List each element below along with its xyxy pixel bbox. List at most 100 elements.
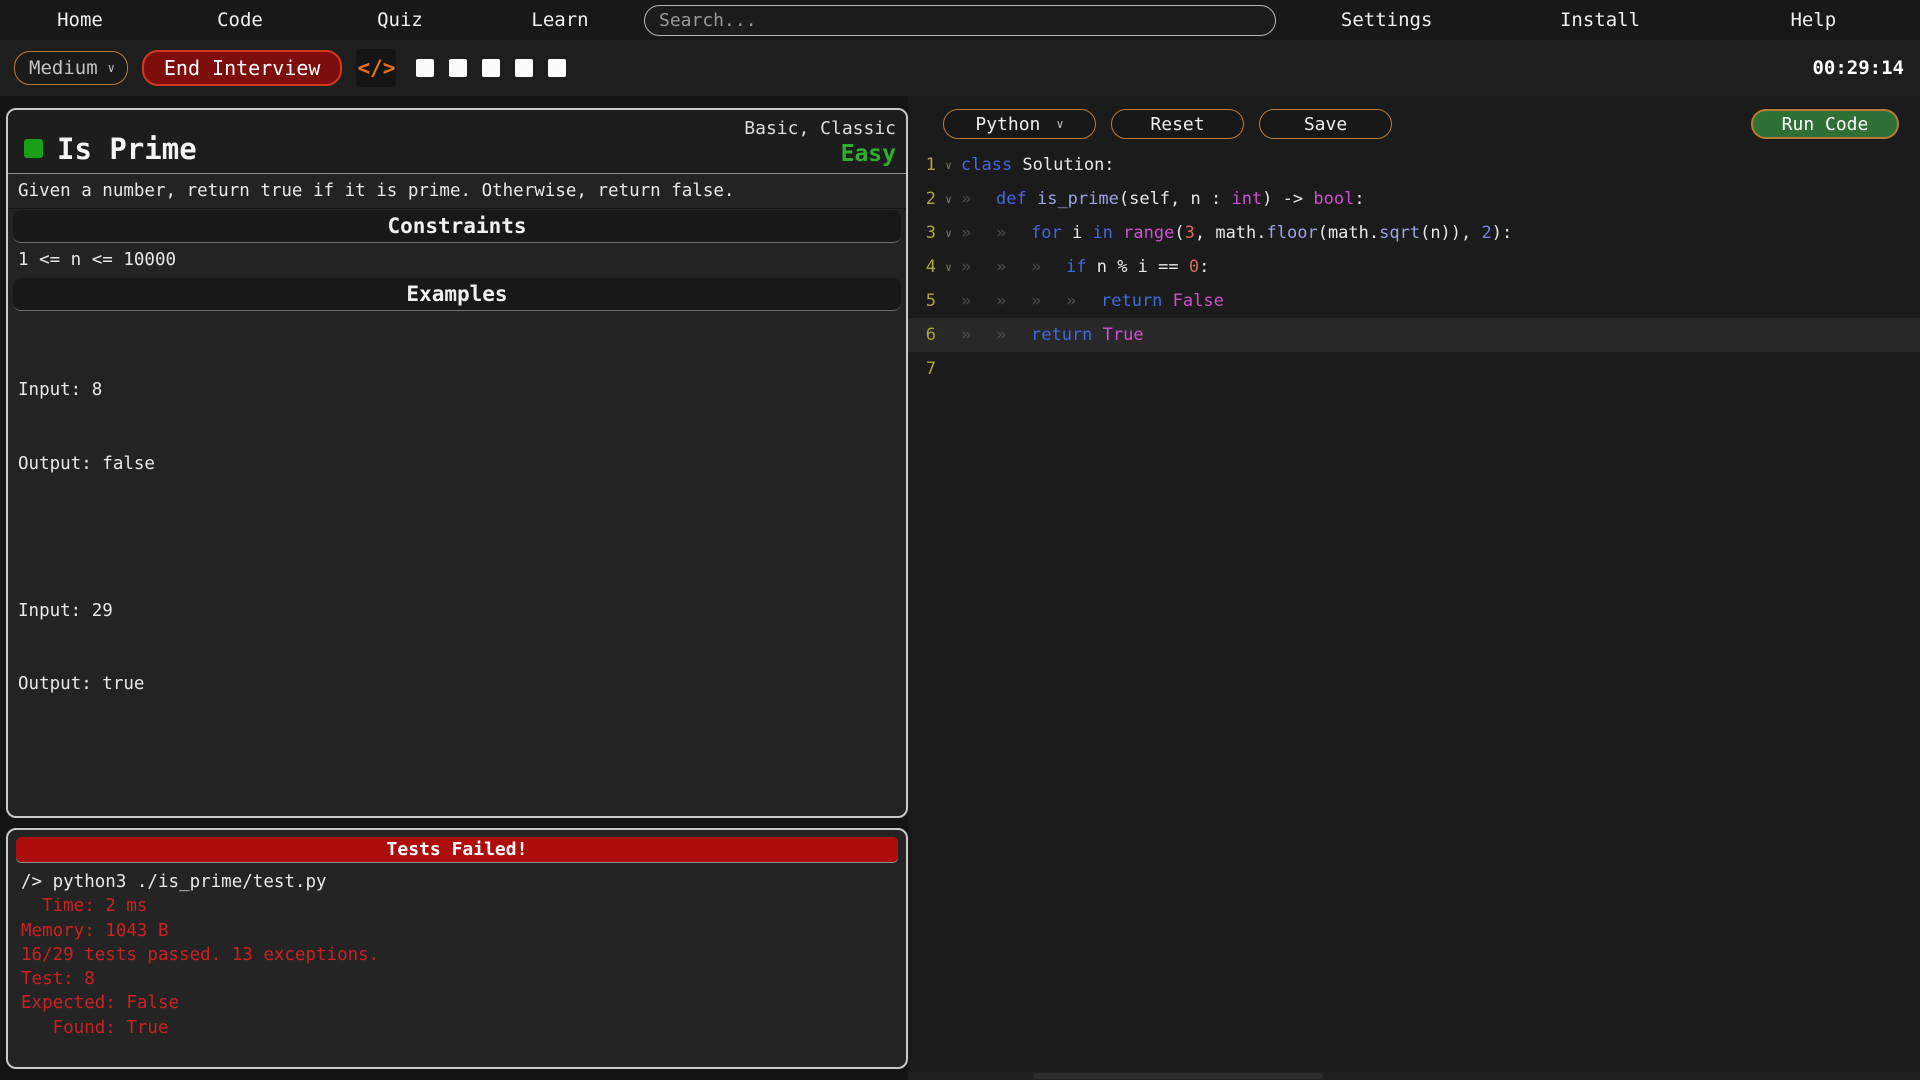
language-select-value: Python bbox=[975, 114, 1040, 135]
code-token: False bbox=[1173, 291, 1224, 311]
top-nav: Home Code Quiz Learn Settings Install He… bbox=[0, 0, 1920, 40]
console-line: Expected: False bbox=[21, 991, 906, 1015]
example-line: Output: false bbox=[18, 452, 906, 477]
code-token: for bbox=[1031, 223, 1062, 243]
scrollbar-thumb[interactable] bbox=[1033, 1073, 1323, 1079]
example-line bbox=[18, 525, 906, 550]
code-token: i bbox=[1062, 223, 1093, 243]
console-line: /> python3 ./is_prime/test.py bbox=[21, 870, 906, 894]
nav-item-home[interactable]: Home bbox=[0, 9, 160, 31]
constraints-header: Constraints bbox=[13, 210, 901, 243]
code-token: : bbox=[1199, 257, 1209, 277]
interview-timer: 00:29:14 bbox=[1812, 57, 1904, 79]
fold-chevron-icon[interactable]: ∨ bbox=[936, 261, 961, 274]
indent-guide: » bbox=[996, 325, 1031, 345]
code-token bbox=[1162, 291, 1172, 311]
console-line: 16/29 tests passed. 13 exceptions. bbox=[21, 943, 906, 967]
progress-square bbox=[515, 59, 533, 77]
search-input[interactable] bbox=[644, 5, 1276, 36]
indent-guide: » bbox=[1066, 291, 1101, 311]
code-token: in bbox=[1092, 223, 1112, 243]
chevron-down-icon: ∨ bbox=[108, 61, 115, 75]
code-line[interactable]: 3∨»»for i in range(3, math.floor(math.sq… bbox=[908, 216, 1920, 250]
fold-chevron-icon[interactable]: ∨ bbox=[936, 193, 961, 206]
code-editor[interactable]: 1∨class Solution:2∨»def is_prime(self, n… bbox=[908, 148, 1920, 386]
constraint-text: 1 <= n <= 10000 bbox=[8, 243, 906, 277]
problem-title-band: Is Prime Basic, Classic Easy bbox=[8, 110, 906, 174]
line-number: 4 bbox=[918, 257, 936, 277]
code-text: »»»if n % i == 0: bbox=[961, 257, 1209, 277]
code-token: ) -> bbox=[1262, 189, 1313, 209]
console-line: Memory: 1043 B bbox=[21, 919, 906, 943]
difficulty-select-value: Medium bbox=[29, 57, 98, 79]
save-button[interactable]: Save bbox=[1259, 109, 1392, 139]
line-number: 1 bbox=[918, 155, 936, 175]
code-token: 0 bbox=[1189, 257, 1199, 277]
code-line[interactable]: 1∨class Solution: bbox=[908, 148, 1920, 182]
indent-guide: » bbox=[961, 291, 996, 311]
console-line: Found: True bbox=[21, 1016, 906, 1040]
code-line[interactable]: 2∨»def is_prime(self, n : int) -> bool: bbox=[908, 182, 1920, 216]
code-token: (math. bbox=[1318, 223, 1379, 243]
indent-guide: » bbox=[996, 291, 1031, 311]
line-number: 2 bbox=[918, 189, 936, 209]
end-interview-button[interactable]: End Interview bbox=[142, 50, 343, 86]
indent-guide: » bbox=[961, 257, 996, 277]
problem-panel: Is Prime Basic, Classic Easy Given a num… bbox=[6, 108, 908, 818]
indent-guide: » bbox=[961, 223, 996, 243]
code-token bbox=[1092, 325, 1102, 345]
horizontal-scrollbar[interactable] bbox=[908, 1072, 1920, 1080]
console-line: Test: 8 bbox=[21, 967, 906, 991]
code-token: if bbox=[1066, 257, 1086, 277]
examples-header: Examples bbox=[13, 278, 901, 311]
code-token: 3 bbox=[1185, 223, 1195, 243]
language-select[interactable]: Python ∨ bbox=[943, 109, 1096, 139]
code-token: return bbox=[1031, 325, 1092, 345]
code-token: ( bbox=[1174, 223, 1184, 243]
problem-tags: Basic, Classic bbox=[744, 118, 896, 139]
difficulty-select[interactable]: Medium ∨ bbox=[14, 51, 128, 85]
nav-item-code[interactable]: Code bbox=[160, 9, 320, 31]
code-token: , math. bbox=[1195, 223, 1267, 243]
nav-item-learn[interactable]: Learn bbox=[480, 9, 640, 31]
code-token bbox=[1027, 189, 1037, 209]
problem-description: Given a number, return true if it is pri… bbox=[8, 174, 906, 209]
code-token: (self, n : bbox=[1119, 189, 1232, 209]
code-text: »»return True bbox=[961, 325, 1144, 345]
chevron-down-icon: ∨ bbox=[1056, 117, 1063, 131]
run-code-button[interactable]: Run Code bbox=[1751, 109, 1899, 139]
code-token: 2 bbox=[1482, 223, 1492, 243]
code-token: : bbox=[1354, 189, 1364, 209]
code-icon[interactable]: </> bbox=[356, 49, 396, 87]
indent-guide: » bbox=[961, 325, 996, 345]
code-token: ): bbox=[1492, 223, 1512, 243]
code-token: int bbox=[1231, 189, 1262, 209]
example-line: Output: true bbox=[18, 672, 906, 697]
code-line[interactable]: 7 bbox=[908, 352, 1920, 386]
example-line: Input: 29 bbox=[18, 599, 906, 624]
fold-chevron-icon[interactable]: ∨ bbox=[936, 159, 961, 172]
code-token: floor bbox=[1267, 223, 1318, 243]
indent-guide: » bbox=[961, 189, 996, 209]
nav-item-quiz[interactable]: Quiz bbox=[320, 9, 480, 31]
indent-guide: » bbox=[1031, 291, 1066, 311]
code-line[interactable]: 6»»return True bbox=[908, 318, 1920, 352]
nav-item-help[interactable]: Help bbox=[1707, 9, 1920, 31]
code-token: n % i == bbox=[1086, 257, 1188, 277]
code-token: is_prime bbox=[1037, 189, 1119, 209]
editor-toolbar: Python ∨ Reset Save Run Code bbox=[908, 96, 1920, 139]
fold-chevron-icon[interactable]: ∨ bbox=[936, 227, 961, 240]
progress-square bbox=[482, 59, 500, 77]
code-token bbox=[1113, 223, 1123, 243]
progress-square bbox=[548, 59, 566, 77]
nav-item-install[interactable]: Install bbox=[1493, 9, 1706, 31]
code-line[interactable]: 5»»»»return False bbox=[908, 284, 1920, 318]
code-text: »»»»return False bbox=[961, 291, 1224, 311]
reset-button[interactable]: Reset bbox=[1111, 109, 1244, 139]
console-line: Time: 2 ms bbox=[21, 894, 906, 918]
nav-item-settings[interactable]: Settings bbox=[1280, 9, 1493, 31]
code-line[interactable]: 4∨»»»if n % i == 0: bbox=[908, 250, 1920, 284]
indent-guide: » bbox=[996, 223, 1031, 243]
test-console: /> python3 ./is_prime/test.py Time: 2 ms… bbox=[8, 862, 906, 1040]
code-token: range bbox=[1123, 223, 1174, 243]
